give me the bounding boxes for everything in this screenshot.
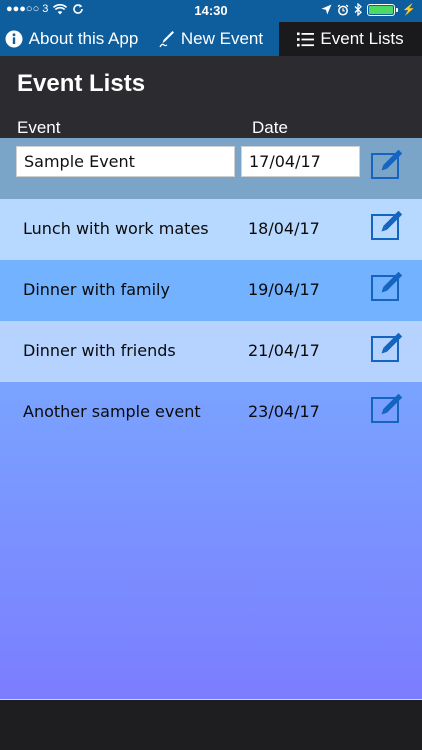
tab-about[interactable]: About this App <box>0 22 143 56</box>
status-bar: ●●●○○ 3 14:30 ⚡ <box>0 0 422 22</box>
event-name: Dinner with friends <box>23 341 176 360</box>
pen-icon <box>159 31 174 48</box>
tab-about-label: About this App <box>28 29 139 48</box>
charging-icon: ⚡ <box>402 4 416 16</box>
edit-icon[interactable] <box>371 271 403 301</box>
event-row[interactable]: Another sample event 23/04/17 <box>0 382 422 443</box>
tab-event-lists-label: Event Lists <box>320 29 404 48</box>
event-date: 21/04/17 <box>248 341 320 360</box>
edit-icon[interactable] <box>371 210 403 240</box>
event-row[interactable]: Dinner with friends 21/04/17 <box>0 321 422 382</box>
event-date: 23/04/17 <box>248 402 320 421</box>
event-date-input[interactable] <box>241 146 360 177</box>
edit-icon[interactable] <box>371 149 403 179</box>
tab-bar: About this App New Event Event Lists <box>0 22 422 56</box>
event-row-editing <box>0 138 422 199</box>
event-name: Lunch with work mates <box>23 219 209 238</box>
event-row[interactable]: Lunch with work mates 18/04/17 <box>0 199 422 260</box>
alarm-icon <box>337 3 349 16</box>
page-header: Event Lists Event Date <box>0 56 422 138</box>
edit-icon[interactable] <box>371 332 403 362</box>
tab-event-lists[interactable]: Event Lists <box>279 22 422 56</box>
event-name: Dinner with family <box>23 280 170 299</box>
event-name: Another sample event <box>23 402 201 421</box>
event-row[interactable]: Dinner with family 19/04/17 <box>0 260 422 321</box>
tab-new-event[interactable]: New Event <box>143 22 279 56</box>
event-name-input[interactable] <box>16 146 235 177</box>
column-header-date: Date <box>252 118 288 137</box>
column-header-event: Event <box>17 118 61 137</box>
bottom-bar <box>0 699 422 750</box>
location-arrow-icon <box>321 4 332 15</box>
tab-new-event-label: New Event <box>180 29 264 48</box>
edit-icon[interactable] <box>371 393 403 423</box>
bluetooth-icon <box>354 3 363 16</box>
event-date: 18/04/17 <box>248 219 320 238</box>
page-title: Event Lists <box>17 70 146 97</box>
event-date: 19/04/17 <box>248 280 320 299</box>
list-icon <box>297 32 315 46</box>
event-list: Lunch with work mates 18/04/17 Dinner wi… <box>0 138 422 699</box>
status-right: ⚡ <box>321 3 416 16</box>
battery-icon <box>367 3 399 16</box>
info-icon <box>5 30 23 48</box>
